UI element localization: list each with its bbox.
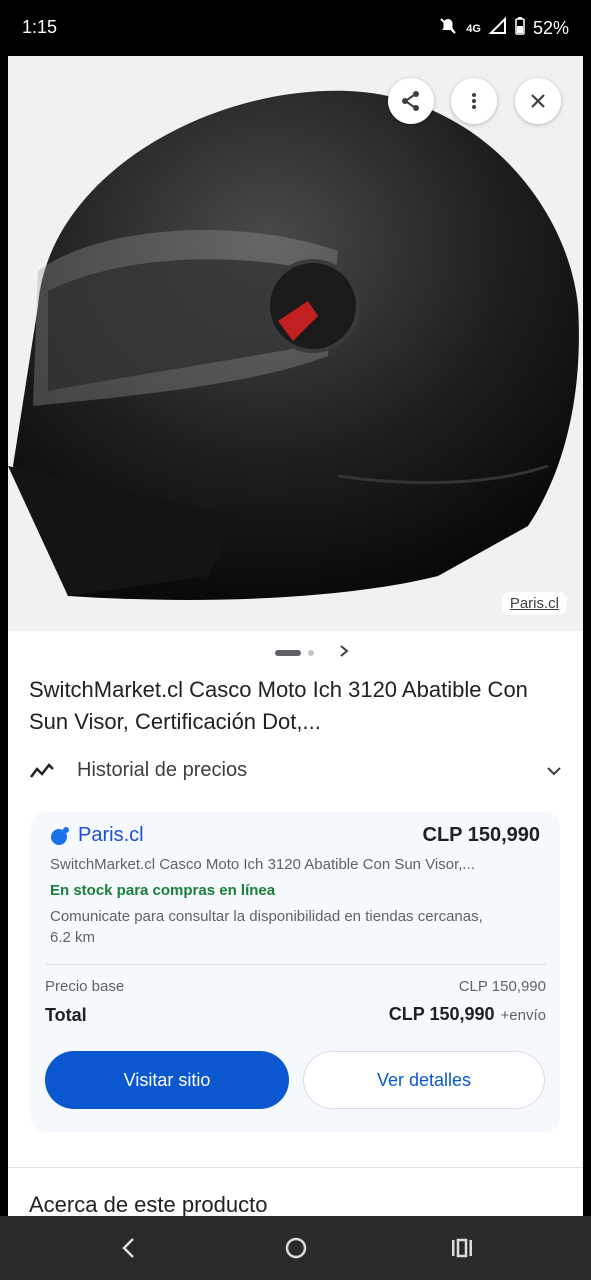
offer-description: SwitchMarket.cl Casco Moto Ich 3120 Abat…: [50, 856, 475, 873]
about-product-heading: Acerca de este producto: [29, 1192, 268, 1216]
stock-status: En stock para compras en línea: [50, 882, 276, 899]
trend-icon: [29, 759, 55, 788]
battery-icon: [515, 17, 525, 40]
system-nav-bar: [0, 1216, 591, 1280]
total-value: CLP 150,990: [388, 1004, 495, 1024]
motorcycle-helmet-image: [8, 56, 583, 631]
chevron-right-icon: [340, 645, 349, 657]
base-price-label: Precio base: [45, 978, 125, 995]
next-image-button[interactable]: [334, 641, 354, 666]
more-vert-icon: [472, 93, 476, 109]
back-icon: [122, 1238, 134, 1258]
section-divider: [8, 1167, 583, 1168]
share-button[interactable]: [388, 78, 434, 124]
merchant-name: Paris.cl: [78, 824, 144, 846]
price-history-row[interactable]: Historial de precios: [29, 749, 564, 793]
price-history-label: Historial de precios: [77, 759, 248, 781]
network-type: 4G: [466, 22, 481, 35]
mute-icon: [438, 16, 458, 41]
close-button[interactable]: [515, 78, 561, 124]
home-button[interactable]: [284, 1236, 308, 1265]
back-button[interactable]: [118, 1236, 140, 1265]
pager-dot-active[interactable]: [275, 650, 301, 656]
product-sheet: Paris.cl SwitchMarket.cl Casco Moto Ich …: [8, 56, 583, 1216]
pager-dot[interactable]: [308, 650, 314, 656]
recents-icon: [452, 1238, 472, 1258]
status-bar: 1:15 4G 52%: [0, 0, 591, 56]
visit-site-button[interactable]: Visitar sitio: [45, 1051, 289, 1109]
shipping-note: +envío: [500, 1007, 546, 1024]
close-icon: [531, 94, 545, 108]
status-time: 1:15: [22, 17, 58, 37]
total-value-row: CLP 150,990 +envío: [389, 1004, 546, 1025]
offer-price: CLP 150,990: [422, 824, 541, 846]
merchant-logo-icon: [51, 826, 69, 845]
signal-icon: [488, 16, 507, 40]
recents-button[interactable]: [450, 1236, 474, 1265]
offer-card: Paris.cl CLP 150,990 SwitchMarket.cl Cas…: [30, 812, 560, 1132]
image-source-link[interactable]: Paris.cl: [501, 592, 567, 615]
product-image[interactable]: Paris.cl: [8, 56, 583, 631]
total-label: Total: [45, 1005, 87, 1025]
availability-note: Comunicate para consultar la disponibili…: [50, 908, 483, 946]
product-title: SwitchMarket.cl Casco Moto Ich 3120 Abat…: [29, 677, 528, 734]
chevron-down-icon: [544, 761, 564, 786]
base-price-value: CLP 150,990: [458, 978, 546, 995]
home-icon: [285, 1237, 307, 1259]
battery-percent: 52%: [532, 18, 569, 38]
share-icon: [402, 91, 419, 111]
merchant[interactable]: Paris.cl: [50, 824, 144, 847]
view-details-button[interactable]: Ver detalles: [303, 1051, 545, 1109]
image-pager: [8, 641, 583, 661]
divider: [46, 964, 546, 965]
more-options-button[interactable]: [451, 78, 497, 124]
